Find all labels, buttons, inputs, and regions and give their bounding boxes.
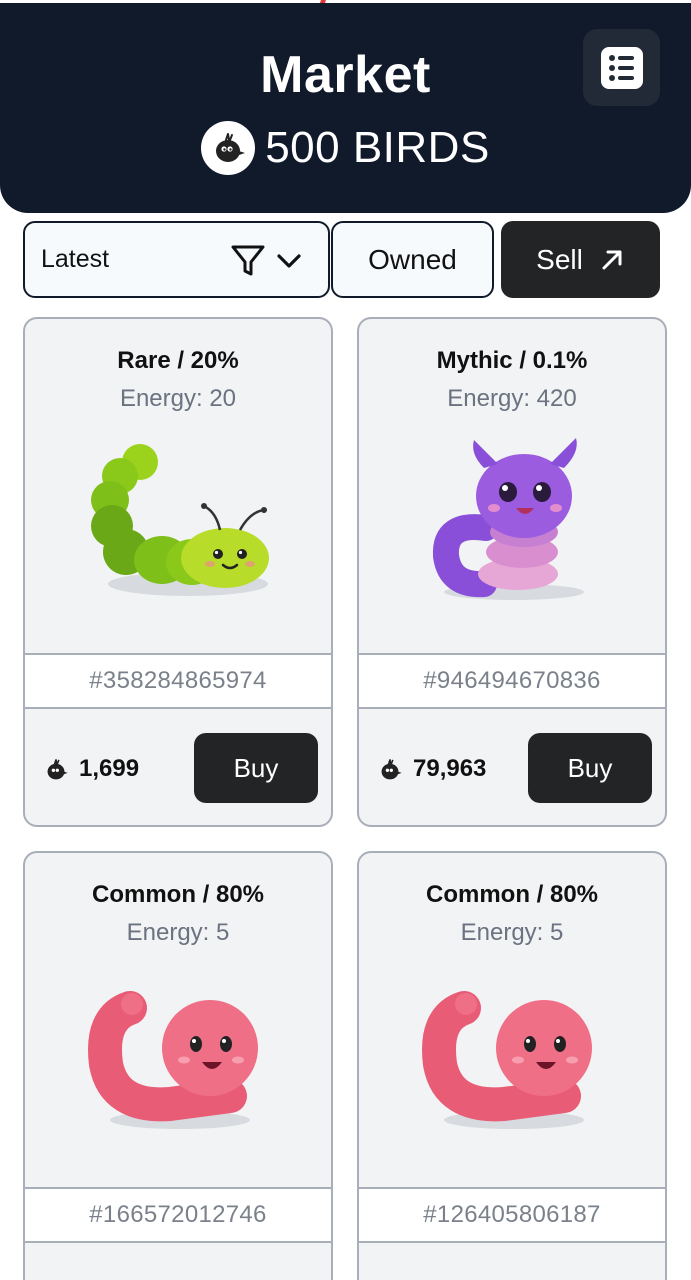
card-token-id: #946494670836 [359,653,665,709]
card-token-id: #126405806187 [359,1187,665,1243]
sort-label: Latest [41,245,110,273]
birds-balance: 500 BIRDS [0,121,691,175]
sell-label: Sell [536,243,583,275]
card-price: 79,963 [377,755,486,783]
balance-amount: 500 BIRDS [265,123,490,172]
bird-coin-icon [201,121,256,175]
market-card[interactable]: Common / 80% Energy: 5 #126405806187 [357,851,667,1280]
card-rarity: Common / 80% [425,881,599,908]
green-caterpillar-image [91,444,269,596]
market-card[interactable]: Mythic / 0.1% Energy: 420 #946494670836 … [357,317,667,827]
market-card[interactable]: Rare / 20% Energy: 20 #358284865974 1,69… [23,317,333,827]
chevron-down-icon [277,254,301,268]
card-price: 1,699 [43,755,139,783]
card-energy: Energy: 420 [447,385,577,412]
card-price-value: 79,963 [413,755,487,782]
sell-button[interactable]: Sell [501,221,660,298]
card-rarity: Mythic / 0.1% [436,347,588,374]
card-energy: Energy: 20 [119,385,237,412]
pink-worm-image [422,991,592,1129]
bird-coin-icon [381,759,402,780]
sort-filter-dropdown[interactable]: Latest [23,221,330,298]
buy-button[interactable]: Buy [528,733,652,803]
menu-button[interactable] [583,29,660,106]
card-energy: Energy: 5 [126,919,230,946]
list-menu-icon [600,46,643,89]
pink-worm-image [88,991,258,1129]
buy-button[interactable]: Buy [194,733,318,803]
filter-icons [230,243,304,279]
card-energy: Energy: 5 [460,919,564,946]
card-rarity: Common / 80% [91,881,265,908]
card-token-id: #358284865974 [25,653,331,709]
card-rarity: Rare / 20% [117,347,239,374]
card-price-value: 1,699 [79,755,140,782]
market-controls: Latest Owned Sell [23,221,661,298]
market-card[interactable]: Common / 80% Energy: 5 #166572012746 [23,851,333,1280]
funnel-icon [231,245,265,276]
purple-horned-worm-image [432,438,584,600]
arrow-up-right-icon [602,250,622,269]
owned-tab[interactable]: Owned [331,221,494,298]
card-token-id: #166572012746 [25,1187,331,1243]
bird-coin-icon [47,759,68,780]
market-header: Market 500 BIRDS [0,3,691,213]
